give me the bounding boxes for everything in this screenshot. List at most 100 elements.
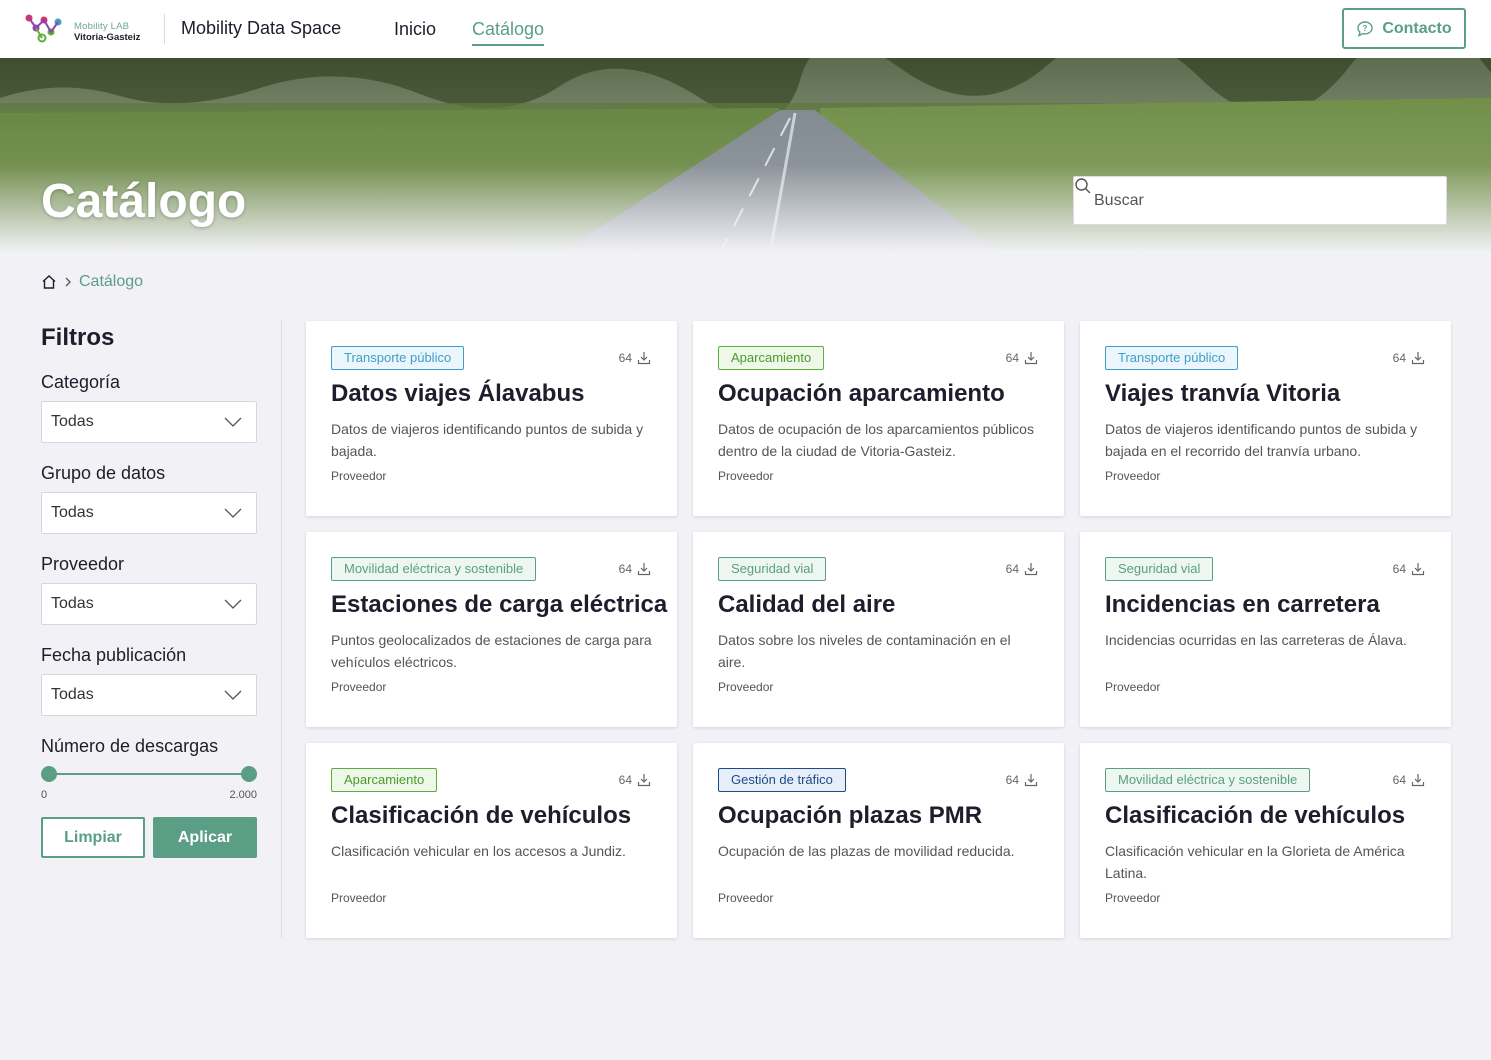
download-count-value: 64 [1005, 562, 1019, 576]
downloads-label: Número de descargas [41, 736, 219, 756]
card-title[interactable]: Datos viajes Álavabus [331, 380, 652, 408]
header-divider [164, 14, 165, 44]
download-count: 64 [1393, 562, 1425, 576]
category-tag[interactable]: Seguridad vial [1105, 557, 1214, 581]
slider-min-label: 0 [41, 789, 48, 801]
slider-max-label: 2.000 [229, 789, 257, 801]
slider-min-handle[interactable] [41, 766, 57, 782]
mobility-lab-logo[interactable]: Mobility LAB Vitoria-Gasteiz [24, 12, 150, 46]
download-count-value: 64 [1392, 351, 1406, 365]
downloads-range-slider[interactable] [41, 766, 257, 782]
site-title: Mobility Data Space [181, 18, 342, 38]
card-title[interactable]: Ocupación plazas PMR [718, 802, 1039, 830]
dataset-card[interactable]: Transporte público 64 Viajes tranvía Vit… [1080, 321, 1451, 516]
download-icon [637, 352, 651, 365]
download-icon [637, 774, 651, 787]
download-count-value: 64 [1392, 562, 1406, 576]
provider-label: Proveedor [41, 554, 125, 574]
card-title[interactable]: Clasificación de vehículos [331, 802, 652, 830]
dataset-card[interactable]: Seguridad vial 64 Incidencias en carrete… [1080, 532, 1451, 727]
dataset-card[interactable]: Transporte público 64 Datos viajes Álava… [306, 321, 677, 516]
download-count: 64 [1006, 773, 1038, 787]
dataset-card[interactable]: Seguridad vial 64 Calidad del aire Datos… [693, 532, 1064, 727]
slider-track [49, 773, 249, 775]
data-group-select[interactable]: Todas [41, 492, 257, 534]
download-icon [1411, 352, 1425, 365]
card-description: Incidencias ocurridas en las carreteras … [1105, 632, 1407, 648]
svg-text:?: ? [1363, 24, 1368, 33]
category-tag[interactable]: Transporte público [1105, 346, 1239, 370]
category-tag[interactable]: Movilidad eléctrica y sostenible [1105, 768, 1311, 792]
data-group-value: Todas [51, 504, 94, 521]
card-provider: Proveedor [331, 469, 387, 483]
slider-max-handle[interactable] [241, 766, 257, 782]
pub-date-label: Fecha publicación [41, 645, 187, 665]
card-description: Datos de viajeros identificando puntos d… [331, 421, 644, 459]
search-icon [1075, 178, 1091, 194]
category-tag[interactable]: Aparcamiento [718, 346, 825, 370]
card-description: Datos sobre los niveles de contaminación… [718, 632, 1011, 670]
chevron-down-icon [224, 508, 242, 518]
search-input[interactable] [1094, 191, 1414, 210]
apply-button[interactable]: Aplicar [153, 817, 257, 858]
card-description: Puntos geolocalizados de estaciones de c… [331, 632, 652, 670]
card-title[interactable]: Ocupación aparcamiento [718, 380, 1039, 408]
nav-link-catalogo[interactable]: Catálogo [472, 19, 545, 46]
page-title: Catálogo [41, 175, 247, 228]
download-icon [1024, 774, 1038, 787]
category-tag[interactable]: Seguridad vial [718, 557, 827, 581]
download-count: 64 [619, 773, 651, 787]
top-navbar: Mobility LAB Vitoria-Gasteiz Mobility Da… [0, 0, 1491, 58]
logo-line1: Mobility LAB [74, 21, 130, 32]
contact-label: Contacto [1382, 19, 1452, 37]
card-provider: Proveedor [1105, 680, 1161, 694]
breadcrumb-current[interactable]: Catálogo [79, 273, 143, 291]
chevron-right-icon [65, 277, 71, 287]
card-title[interactable]: Incidencias en carretera [1105, 591, 1426, 619]
download-count: 64 [1006, 351, 1038, 365]
download-count-value: 64 [1392, 773, 1406, 787]
dataset-card[interactable]: Movilidad eléctrica y sostenible 64 Clas… [1080, 743, 1451, 938]
category-label: Categoría [41, 372, 121, 392]
download-icon [1024, 563, 1038, 576]
chevron-down-icon [224, 690, 242, 700]
download-count-value: 64 [618, 351, 632, 365]
catalog-grid: Transporte público 64 Datos viajes Álava… [306, 321, 1451, 938]
chat-bubble-icon: ? [1357, 20, 1374, 37]
pub-date-value: Todas [51, 686, 94, 703]
category-tag[interactable]: Aparcamiento [331, 768, 438, 792]
dataset-card[interactable]: Aparcamiento 64 Clasificación de vehícul… [306, 743, 677, 938]
filter-actions: Limpiar Aplicar [41, 817, 257, 858]
category-tag[interactable]: Movilidad eléctrica y sostenible [331, 557, 537, 581]
nav-link-inicio[interactable]: Inicio [394, 19, 436, 40]
download-count: 64 [619, 351, 651, 365]
card-description: Clasificación vehicular en la Glorieta d… [1105, 843, 1405, 881]
category-tag[interactable]: Transporte público [331, 346, 465, 370]
dataset-card[interactable]: Aparcamiento 64 Ocupación aparcamiento D… [693, 321, 1064, 516]
pub-date-select[interactable]: Todas [41, 674, 257, 716]
provider-value: Todas [51, 595, 94, 612]
contact-button[interactable]: ? Contacto [1342, 8, 1466, 49]
search-box[interactable] [1073, 176, 1447, 225]
dataset-card[interactable]: Gestión de tráfico 64 Ocupación plazas P… [693, 743, 1064, 938]
card-title[interactable]: Estaciones de carga eléctrica [331, 591, 667, 619]
clear-button[interactable]: Limpiar [41, 817, 145, 858]
card-title[interactable]: Viajes tranvía Vitoria [1105, 380, 1426, 408]
card-provider: Proveedor [1105, 891, 1161, 905]
provider-select[interactable]: Todas [41, 583, 257, 625]
filters-divider [281, 321, 282, 938]
category-select[interactable]: Todas [41, 401, 257, 443]
dataset-card[interactable]: Movilidad eléctrica y sostenible 64 Esta… [306, 532, 677, 727]
card-description: Ocupación de las plazas de movilidad red… [718, 843, 1015, 859]
download-icon [1411, 774, 1425, 787]
download-count-value: 64 [1005, 351, 1019, 365]
card-title[interactable]: Clasificación de vehículos [1105, 802, 1426, 830]
home-icon[interactable] [41, 274, 57, 290]
card-description: Clasificación vehicular en los accesos a… [331, 843, 626, 859]
card-title[interactable]: Calidad del aire [718, 591, 1039, 619]
download-icon [1411, 563, 1425, 576]
download-count: 64 [1006, 562, 1038, 576]
category-tag[interactable]: Gestión de tráfico [718, 768, 846, 792]
card-provider: Proveedor [331, 891, 387, 905]
filters-panel: Filtros Categoría Todas Grupo de datos T… [41, 324, 257, 858]
